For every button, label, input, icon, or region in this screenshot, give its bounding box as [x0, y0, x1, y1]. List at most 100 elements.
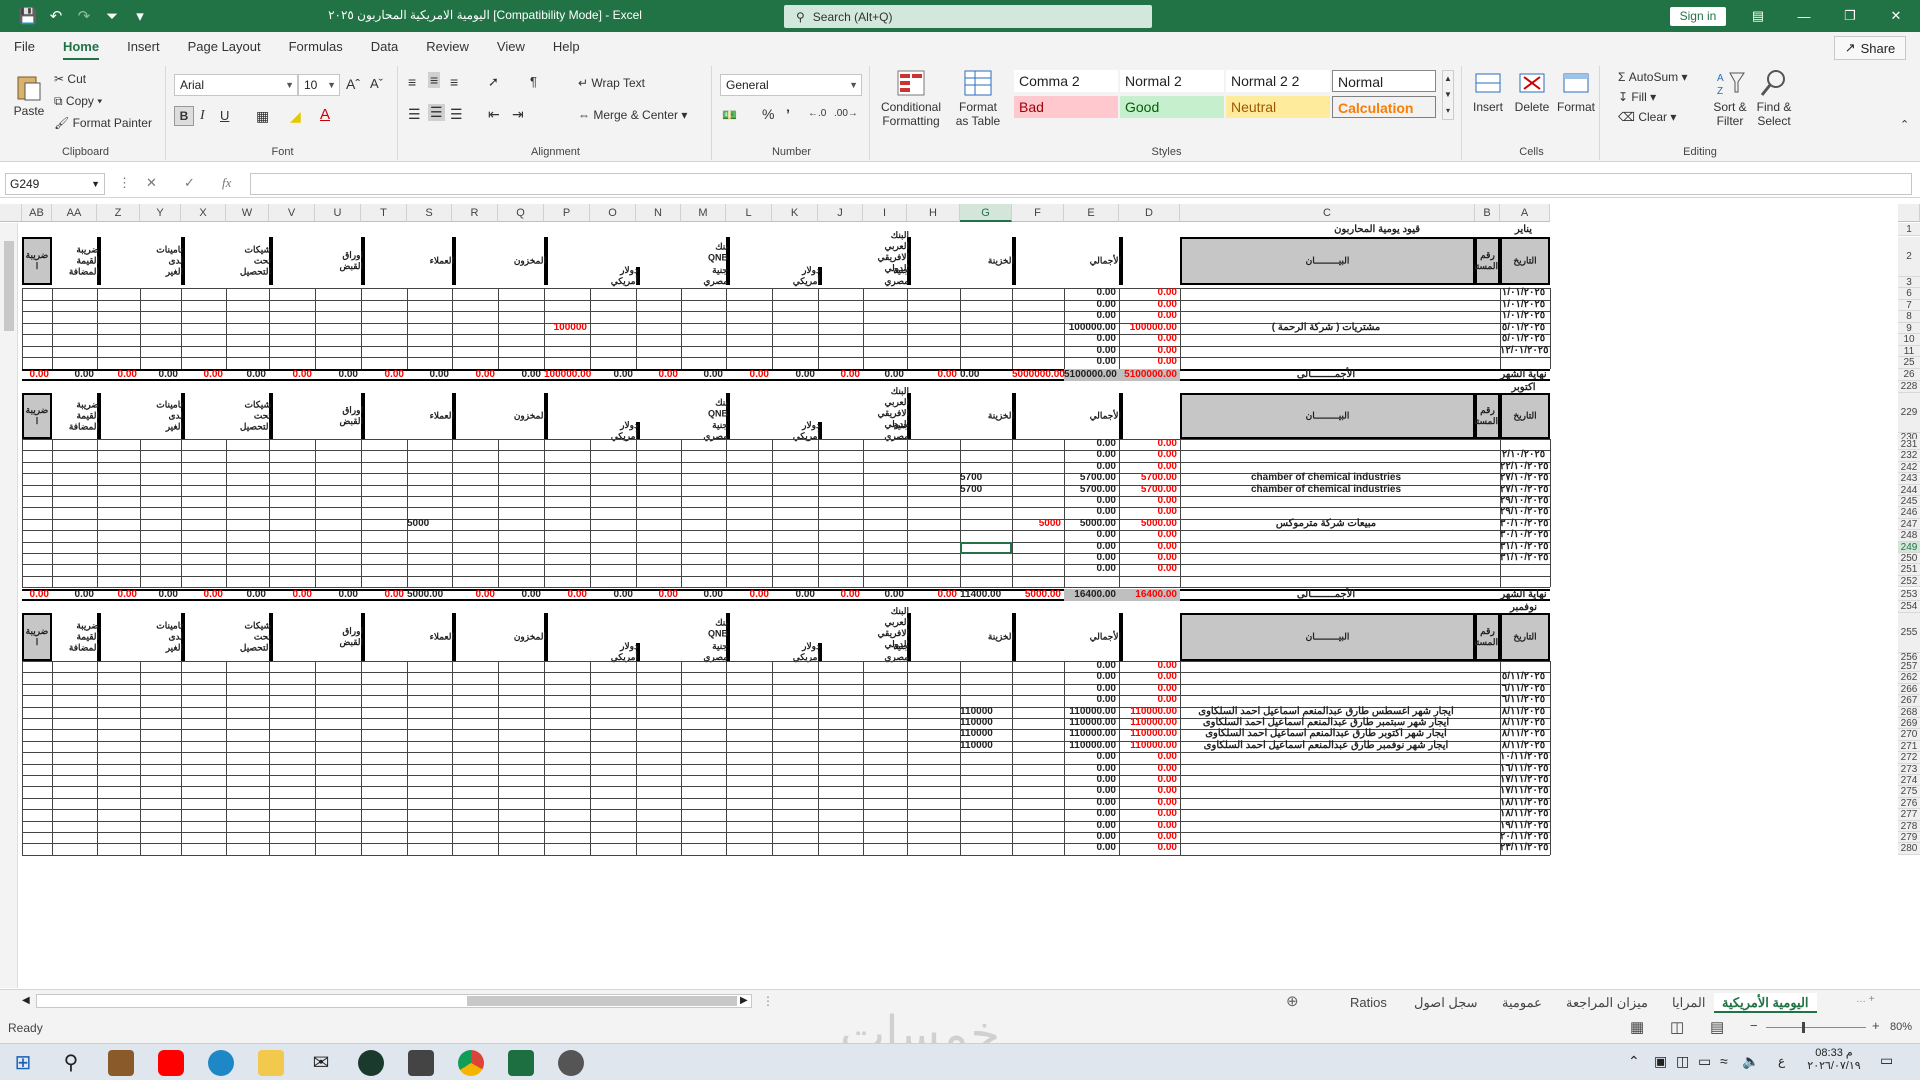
tab-insert[interactable]: Insert	[113, 32, 174, 62]
row-header[interactable]: 243	[1898, 473, 1920, 485]
decrease-font-icon[interactable]: Aˇ	[370, 76, 383, 91]
increase-indent-icon[interactable]: ⇥	[512, 106, 524, 123]
column-header-i[interactable]: I	[863, 204, 907, 222]
row-header[interactable]: 10	[1898, 334, 1920, 346]
style-good[interactable]: Good	[1120, 96, 1224, 118]
row-header[interactable]: 228	[1898, 381, 1920, 393]
column-header-d[interactable]: D	[1119, 204, 1180, 222]
tab-data[interactable]: Data	[357, 32, 412, 62]
column-header-c[interactable]: C	[1180, 204, 1475, 222]
search-icon[interactable]: ⚲	[58, 1050, 84, 1076]
row-header[interactable]: 26	[1898, 369, 1920, 381]
align-top-icon[interactable]: ≡	[408, 74, 416, 90]
row-header[interactable]: 278	[1898, 820, 1920, 832]
cancel-icon[interactable]: ✕	[146, 175, 157, 191]
tab-home[interactable]: Home	[49, 32, 113, 62]
percent-icon[interactable]: %	[762, 106, 774, 122]
filter-icon[interactable]: ⏷	[98, 0, 126, 32]
number-format-select[interactable]: General ▼	[720, 74, 862, 96]
paste-button[interactable]: Paste	[12, 72, 46, 118]
style-normal[interactable]: Normal	[1332, 70, 1436, 92]
edge-icon[interactable]	[208, 1050, 234, 1076]
align-bottom-icon[interactable]: ≡	[450, 74, 458, 90]
borders-icon[interactable]: ▦	[256, 108, 269, 125]
restore-icon[interactable]: ❐	[1827, 0, 1873, 32]
row-header[interactable]: 253	[1898, 589, 1920, 601]
row-header[interactable]: 255	[1898, 613, 1920, 653]
row-header[interactable]: 250	[1898, 553, 1920, 565]
cut-button[interactable]: ✂ Cut	[54, 72, 86, 86]
tab-scroll-icon[interactable]: … +	[1856, 994, 1875, 1005]
format-as-table-button[interactable]: Format as Table	[952, 68, 1004, 128]
row-header[interactable]: 25	[1898, 357, 1920, 369]
sheet-tab-general[interactable]: عمومية	[1494, 993, 1550, 1013]
mail-icon[interactable]: ✉	[308, 1050, 334, 1076]
column-header-s[interactable]: S	[407, 204, 452, 222]
youtube-icon[interactable]	[158, 1050, 184, 1076]
row-header[interactable]: 279	[1898, 832, 1920, 844]
zoom-slider[interactable]	[1766, 1022, 1866, 1033]
wrap-text-button[interactable]: ↵ Wrap Text	[578, 76, 645, 90]
zoom-level[interactable]: 80%	[1890, 1021, 1912, 1033]
copy-button[interactable]: ⧉ Copy ▾	[54, 94, 102, 109]
collapse-ribbon-icon[interactable]: ⌃	[1900, 118, 1909, 131]
find-select-button[interactable]: Find & Select	[1754, 68, 1794, 128]
worksheet-grid[interactable]: يناير قيود يومية المحاربون التاريخ رقم المس…	[0, 204, 1920, 988]
row-header[interactable]: 232	[1898, 450, 1920, 462]
formula-input[interactable]	[250, 173, 1912, 195]
row-header[interactable]: 6	[1898, 288, 1920, 300]
column-header-e[interactable]: E	[1064, 204, 1119, 222]
format-cells-button[interactable]: Format	[1556, 68, 1596, 114]
save-icon[interactable]: 💾	[14, 0, 42, 32]
row-header[interactable]: 270	[1898, 729, 1920, 741]
file-explorer-icon[interactable]	[258, 1050, 284, 1076]
zoom-out-icon[interactable]: −	[1750, 1018, 1758, 1033]
column-header-r[interactable]: R	[452, 204, 498, 222]
accounting-format-icon[interactable]: 💵	[722, 108, 737, 122]
orientation-icon[interactable]: ➚	[488, 74, 499, 90]
column-header-g[interactable]: G	[960, 204, 1012, 222]
row-header[interactable]: 257	[1898, 661, 1920, 673]
comma-style-icon[interactable]: ’	[786, 106, 790, 122]
underline-icon[interactable]: U	[220, 108, 229, 123]
upwork-icon[interactable]	[358, 1050, 384, 1076]
style-bad[interactable]: Bad	[1014, 96, 1118, 118]
chrome-icon[interactable]	[458, 1050, 484, 1076]
selected-cell-g249[interactable]	[960, 541, 1012, 554]
name-box[interactable]: G249 ▼	[5, 173, 105, 195]
column-header-n[interactable]: N	[636, 204, 681, 222]
vertical-scrollbar[interactable]	[0, 223, 18, 988]
column-header-l[interactable]: L	[726, 204, 772, 222]
row-header[interactable]: 245	[1898, 496, 1920, 508]
scroll-thumb[interactable]	[467, 996, 737, 1006]
row-header[interactable]: 266	[1898, 683, 1920, 696]
row-header[interactable]: 247	[1898, 518, 1920, 531]
column-header-aa[interactable]: AA	[52, 204, 97, 222]
column-header-k[interactable]: K	[772, 204, 818, 222]
column-header-m[interactable]: M	[681, 204, 726, 222]
font-size-select[interactable]: 10 ▼	[298, 74, 340, 96]
notification-icon[interactable]: ▭	[1880, 1052, 1893, 1069]
delete-cells-button[interactable]: Delete	[1512, 68, 1552, 114]
battery-icon[interactable]: ▭	[1698, 1053, 1711, 1070]
windows-start-icon[interactable]: ⊞	[10, 1050, 36, 1076]
style-normal22[interactable]: Normal 2 2	[1226, 70, 1330, 92]
style-calculation[interactable]: Calculation	[1332, 96, 1436, 118]
row-header[interactable]: 273	[1898, 763, 1920, 775]
italic-icon[interactable]: I	[200, 108, 205, 124]
scroll-thumb[interactable]	[4, 241, 14, 331]
fill-button[interactable]: ↧ Fill ▾	[1618, 90, 1656, 104]
column-header-b[interactable]: B	[1475, 204, 1500, 222]
insert-cells-button[interactable]: Insert	[1468, 68, 1508, 114]
row-header[interactable]: 249	[1898, 541, 1920, 553]
share-button[interactable]: ↗ Share	[1834, 36, 1906, 60]
calculator-icon[interactable]	[408, 1050, 434, 1076]
wifi-icon[interactable]: ≈	[1720, 1053, 1728, 1069]
font-name-select[interactable]: Arial ▼	[174, 74, 298, 96]
column-header-x[interactable]: X	[181, 204, 226, 222]
font-color-icon[interactable]: A	[320, 106, 330, 123]
row-header[interactable]: 268	[1898, 706, 1920, 718]
minimize-icon[interactable]: —	[1781, 0, 1827, 32]
row-header[interactable]: 267	[1898, 695, 1920, 707]
row-header[interactable]: 251	[1898, 564, 1920, 576]
